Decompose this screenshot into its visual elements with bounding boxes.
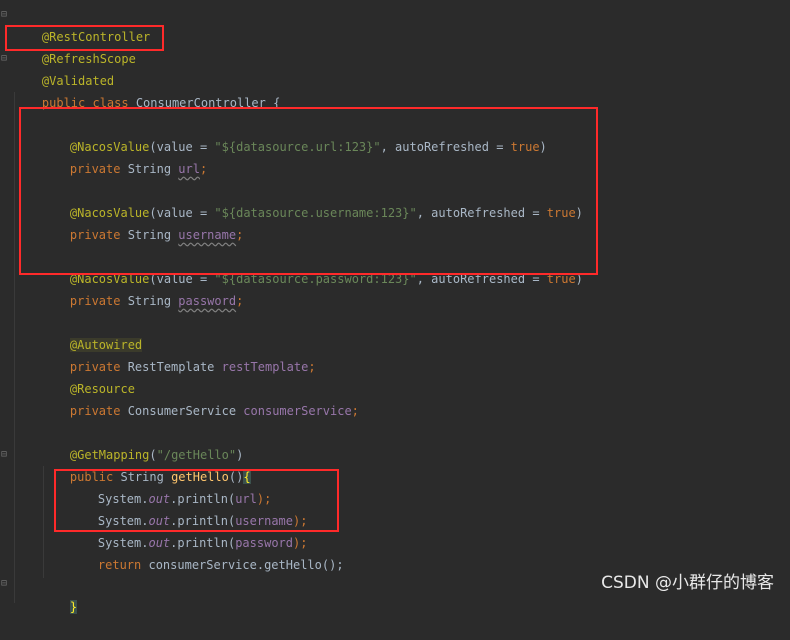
- code-line: return consumerService.getHello();: [69, 532, 344, 572]
- code-text: consumerService: [148, 558, 257, 572]
- code-line: @RestController: [13, 4, 150, 44]
- keyword: return: [97, 558, 149, 572]
- type-name: ConsumerService: [127, 404, 244, 418]
- highlight-box-refreshscope: [5, 25, 164, 51]
- highlight-box-nacosvalue: [19, 107, 598, 275]
- code-editor[interactable]: ⊟ ⊟ ⊟ ⊟ @RestController @RefreshScope @V…: [0, 0, 790, 614]
- code-text: ;: [351, 404, 359, 418]
- code-line: }: [41, 574, 78, 614]
- fold-marker-icon[interactable]: ⊟: [1, 53, 11, 65]
- field-name: password: [178, 294, 237, 308]
- field-name: consumerService: [243, 404, 352, 418]
- code-line: @Resource: [41, 356, 135, 396]
- code-line: private RestTemplate restTemplate;: [41, 334, 316, 374]
- code-line: private ConsumerService consumerService;: [41, 378, 359, 418]
- code-text: ;: [308, 360, 316, 374]
- code-line: public String getHello(){: [41, 444, 251, 484]
- code-text: .getHello();: [256, 558, 344, 572]
- matched-brace: }: [69, 600, 78, 614]
- type-name: RestTemplate: [127, 360, 222, 374]
- watermark: CSDN @小群仔的博客: [601, 573, 774, 593]
- fold-marker-icon[interactable]: ⊟: [1, 578, 11, 590]
- fold-marker-icon[interactable]: ⊟: [1, 9, 11, 21]
- code-line: @Validated: [13, 48, 114, 88]
- code-line: @Autowired: [41, 312, 143, 352]
- field-name: restTemplate: [221, 360, 309, 374]
- keyword: private: [69, 404, 128, 418]
- type-name: String: [127, 294, 179, 308]
- highlight-box-println: [54, 469, 339, 532]
- fold-marker-icon[interactable]: ⊟: [1, 449, 11, 461]
- code-text: ;: [236, 294, 244, 308]
- indent-guide: [14, 92, 15, 603]
- keyword: private: [69, 294, 128, 308]
- code-line: @GetMapping("/getHello"): [41, 422, 243, 462]
- code-line: public class ConsumerController {: [13, 70, 280, 110]
